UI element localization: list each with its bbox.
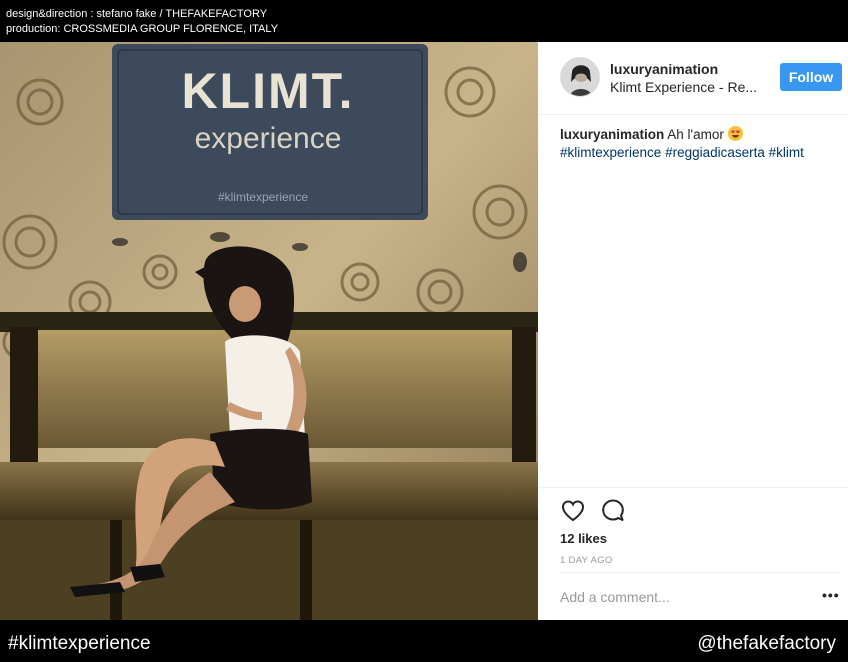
bench-leg (110, 520, 122, 620)
footer-hashtag: #klimtexperience (8, 633, 151, 654)
post-side-panel: luxuryanimation Klimt Experience - Re...… (538, 42, 848, 620)
bench-base (0, 520, 538, 620)
bench-leg-2 (300, 520, 312, 620)
caption-username[interactable]: luxuryanimation (560, 127, 664, 142)
instagram-post: KLIMT. experience #klimtexperience luxur… (0, 42, 848, 620)
caption-text: Ah l'amor (667, 127, 724, 142)
hashtag-link[interactable]: #klimtexperience (560, 145, 661, 160)
speech-bubble-icon[interactable] (600, 498, 626, 524)
more-options-icon[interactable]: ••• (822, 587, 840, 607)
photo-scene: KLIMT. experience #klimtexperience (0, 42, 538, 620)
heart-eyes-emoji-icon (727, 126, 743, 141)
location[interactable]: Klimt Experience - Re... (610, 79, 770, 95)
frame: design&direction : stefano fake / THEFAK… (0, 0, 848, 662)
heart-eyes-emoji (727, 126, 743, 141)
credits-line-1: design&direction : stefano fake / THEFAK… (6, 8, 268, 20)
comment-bar: ••• (560, 572, 840, 621)
hashtag-link[interactable]: #reggiadicaserta (665, 145, 765, 160)
post-header: luxuryanimation Klimt Experience - Re...… (538, 42, 848, 115)
avatar-image (561, 58, 599, 96)
sign-title: KLIMT. (181, 63, 354, 119)
caption: luxuryanimation Ah l'amor #klimtexperien… (560, 126, 830, 162)
post-photo[interactable]: KLIMT. experience #klimtexperience (0, 42, 538, 620)
like-count[interactable]: 12 likes (560, 531, 607, 546)
avatar[interactable] (560, 57, 600, 97)
hashtag-link[interactable]: #klimt (769, 145, 804, 160)
heart-outline-icon[interactable] (560, 498, 586, 524)
sign-hashtag: #klimtexperience (218, 190, 308, 204)
post-timestamp: 1 DAY AGO (560, 555, 613, 566)
username[interactable]: luxuryanimation (610, 61, 718, 77)
credits-line-2: production: CROSSMEDIA GROUP FLORENCE, I… (6, 23, 279, 35)
comment-input[interactable] (560, 587, 800, 607)
follow-button[interactable]: Follow (780, 63, 842, 91)
sign-subtitle: experience (195, 122, 342, 155)
post-actions: 12 likes 1 DAY AGO ••• (538, 487, 848, 620)
footer-handle: @thefakefactory (697, 633, 836, 654)
credits: design&direction : stefano fake / THEFAK… (6, 7, 278, 37)
